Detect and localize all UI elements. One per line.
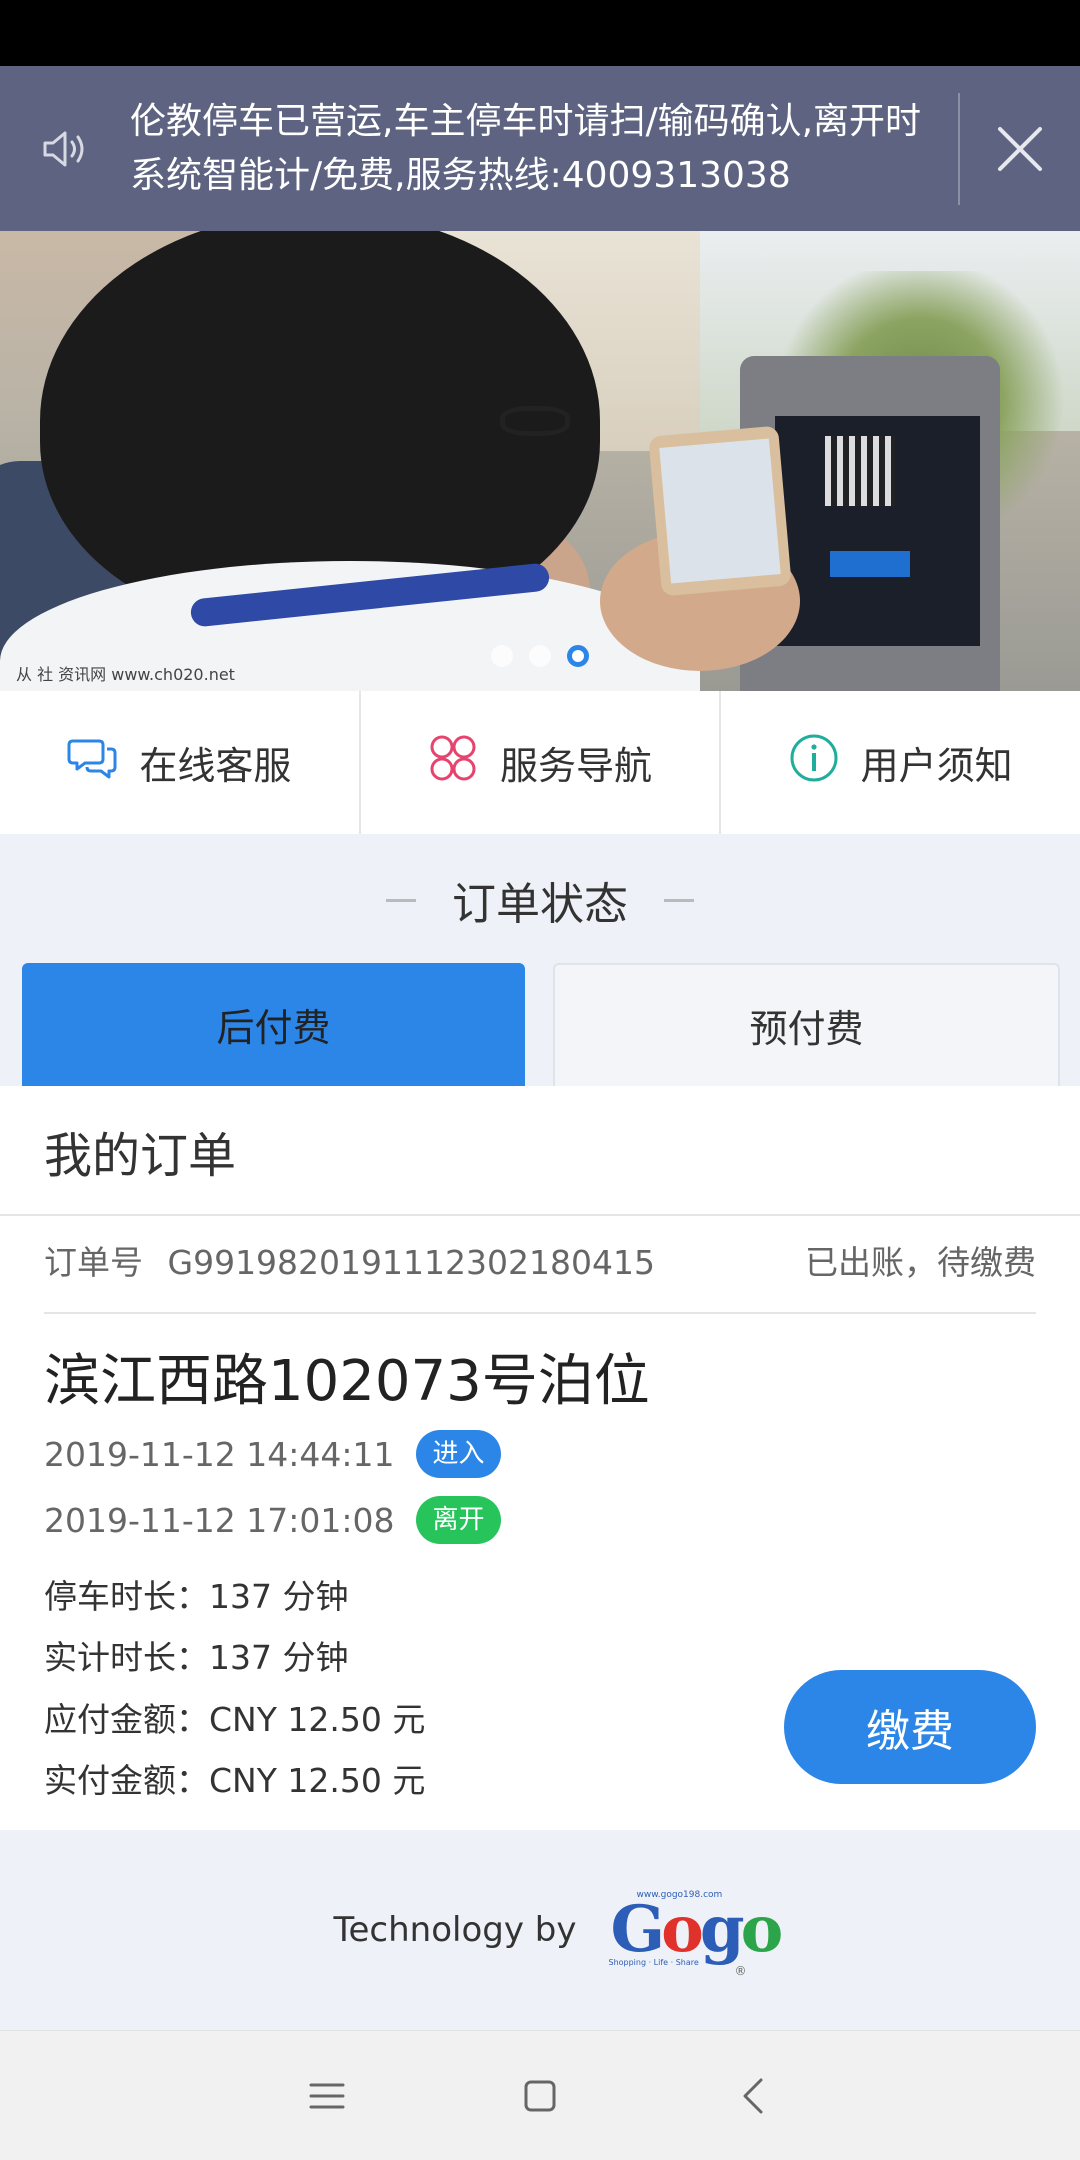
close-icon[interactable] [960,66,1080,231]
notice-banner: 伦教停车已营运,车主停车时请扫/输码确认,离开时系统智能计/免费,服务热线:40… [0,66,1080,231]
pay-button[interactable]: 缴费 [784,1670,1036,1784]
promo-banner[interactable]: 从 社 资讯网 www.ch020.net [0,231,1080,691]
menu-icon[interactable] [297,2066,357,2126]
logo-registered: ® [734,1964,747,1978]
enter-time: 2019-11-12 14:44:11 [44,1434,395,1474]
order-card: 我的订单 订单号 G991982019111230218041​5 已出账，待缴… [0,1086,1080,1830]
leave-time-row: 2019-11-12 17:01:08 离开 [44,1496,501,1544]
order-status: 已出账，待缴费 [805,1243,1036,1282]
divider [0,1214,1080,1216]
grid-icon [428,733,478,792]
tab-postpaid[interactable]: 后付费 [22,963,525,1086]
order-number: G991982019111230218041​5 [167,1243,655,1282]
online-service-link[interactable]: 在线客服 [0,691,361,834]
my-orders-heading: 我的订单 [44,1128,237,1184]
tab-prepaid[interactable]: 预付费 [553,963,1060,1086]
user-notice-link[interactable]: 用户须知 [721,691,1080,834]
online-service-label: 在线客服 [139,744,292,788]
quick-links: 在线客服 服务导航 用户须知 [0,691,1080,834]
park-duration: 停车时长：137 分钟 [44,1577,349,1616]
divider [44,1312,1036,1314]
amount-due: 应付金额：CNY 12.50 元 [44,1700,426,1739]
notice-text: 伦教停车已营运,车主停车时请扫/输码确认,离开时系统智能计/免费,服务热线:40… [130,100,922,196]
order-status-label: 订单状态 [452,879,628,930]
leave-time: 2019-11-12 17:01:08 [44,1500,395,1540]
carousel-dot-active[interactable] [567,645,589,667]
billed-duration: 实计时长：137 分钟 [44,1638,349,1677]
home-icon[interactable] [510,2066,570,2126]
leave-badge: 离开 [416,1496,501,1544]
carousel-dot[interactable] [491,645,513,667]
enter-badge: 进入 [416,1430,501,1478]
user-notice-label: 用户须知 [860,744,1013,788]
carousel-dot[interactable] [529,645,551,667]
gogo-logo[interactable]: www.gogo198.com Gogo Shopping · Life · S… [606,1890,783,1978]
status-bar [0,0,1080,66]
info-icon [789,733,839,792]
logo-tagline: Shopping · Life · Share [608,1958,699,1967]
back-icon[interactable] [723,2066,783,2126]
service-nav-label: 服务导航 [500,744,653,788]
order-number-row: 订单号 G991982019111230218041​5 已出账，待缴费 [44,1236,1036,1284]
chat-icon [67,735,117,790]
speaker-icon [0,66,130,231]
amount-paid: 实付金额：CNY 12.50 元 [44,1761,426,1800]
carousel-dots[interactable] [0,645,1080,667]
order-number-label: 订单号 [44,1243,143,1282]
parking-spot-title: 滨江西路102073号泊位 [44,1349,650,1414]
service-nav-link[interactable]: 服务导航 [361,691,722,834]
payment-tabs: 后付费 预付费 [22,963,1060,1086]
enter-time-row: 2019-11-12 14:44:11 进入 [44,1430,501,1478]
system-nav-bar [0,2030,1080,2160]
footer: Technology by www.gogo198.com Gogo Shopp… [0,1830,1080,2030]
order-status-title: 订单状态 [0,860,1080,940]
technology-by-label: Technology by [333,1910,577,1950]
